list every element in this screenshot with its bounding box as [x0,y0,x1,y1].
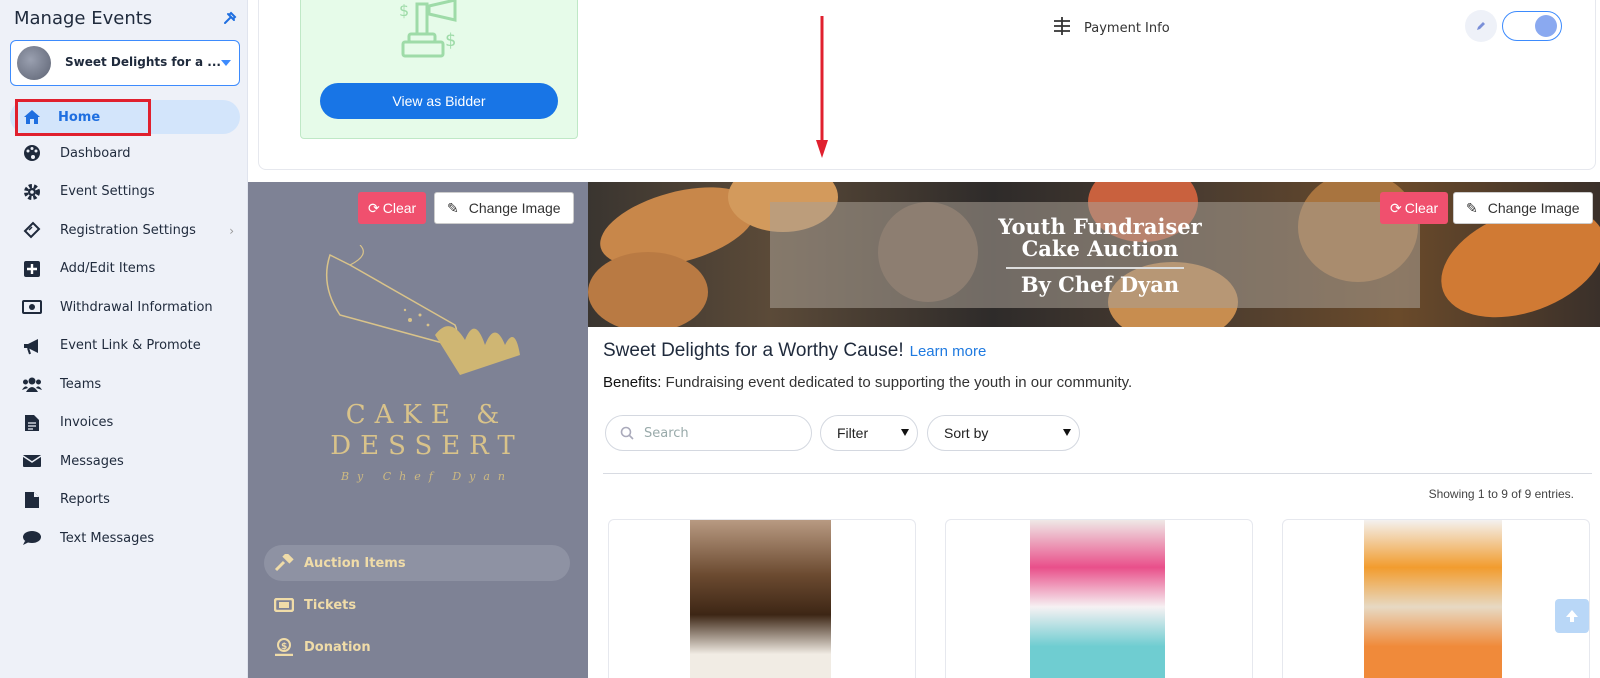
chat-icon [22,529,42,547]
ticket-icon [22,221,42,239]
sidebar-item-messages[interactable]: Messages [0,442,248,481]
pencil-icon: ✎ [1466,199,1478,216]
item-image [1030,520,1165,678]
sidebar-item-reports[interactable]: Reports [0,481,248,520]
banner-title-line3: By Chef Dyan [1020,272,1180,297]
app-root: Manage Events Sweet Delights for a ... H… [0,0,1600,678]
sidebar-item-add-edit-items[interactable]: Add/Edit Items [0,250,248,289]
sidebar-item-event-settings[interactable]: Event Settings [0,173,248,212]
pencil-icon: ✎ [447,199,459,216]
gavel-icon [274,554,294,572]
sidebar-item-label: Registration Settings [60,222,196,238]
sidebar-item-label: Dashboard [60,145,131,161]
donation-icon: $ [274,638,294,656]
ticket-icon [274,598,294,612]
sidebar-item-text-messages[interactable]: Text Messages [0,519,248,558]
sidebar-item-label: Event Link & Promote [60,338,201,354]
search-input[interactable]: Search [605,415,812,451]
change-logo-button[interactable]: ✎ Change Image [434,192,574,224]
search-icon [620,426,634,440]
file-icon [22,491,42,509]
filter-select[interactable]: Filter [820,415,918,451]
preview-nav-donation[interactable]: $ Donation [264,629,570,665]
plus-square-icon [22,260,42,278]
users-icon [22,375,42,393]
logo-line1: CAKE & [345,400,509,430]
megaphone-icon [22,337,42,355]
invoice-icon [22,414,42,432]
sidebar-item-label: Withdrawal Information [60,299,213,315]
pencil-icon [1477,22,1485,30]
sidebar-item-registration-settings[interactable]: Registration Settings › [0,211,248,250]
sidebar-item-label: Event Settings [60,184,155,200]
event-title: Sweet Delights for a Worthy Cause! Learn … [603,340,987,361]
preview-nav-auction-items[interactable]: Auction Items [264,545,570,581]
sidebar-nav: Home Dashboard Event Settings Registrati… [0,100,248,558]
entries-count: Showing 1 to 9 of 9 entries. [1428,487,1574,501]
arrow-up-icon [1566,610,1578,622]
sidebar-item-invoices[interactable]: Invoices [0,404,248,443]
payment-info-row: Payment Info [1052,16,1170,40]
auction-illustration-icon: $ $ [399,0,457,58]
sidebar: Manage Events Sweet Delights for a ... H… [0,0,248,678]
edit-payment-button[interactable] [1465,10,1497,42]
preview-nav-tickets[interactable]: Tickets [264,587,570,623]
banner-title-line2: Cake Auction [1021,236,1179,261]
clear-banner-button[interactable]: ⟳ Clear [1380,192,1449,224]
sidebar-item-teams[interactable]: Teams [0,365,248,404]
sidebar-item-label: Messages [60,453,124,469]
event-benefits: Benefits: Fundraising event dedicated to… [603,374,1133,391]
palette-icon [22,144,42,162]
caret-down-icon [901,429,909,436]
caret-down-icon [221,60,231,66]
refresh-icon: ⟳ [368,199,380,216]
toggle-knob [1535,15,1557,37]
sidebar-item-event-link-promote[interactable]: Event Link & Promote [0,327,248,366]
sidebar-item-dashboard[interactable]: Dashboard [0,134,248,173]
sidebar-item-label: Teams [60,376,102,392]
view-as-bidder-button[interactable]: View as Bidder [320,83,558,119]
item-image [1364,520,1502,678]
item-image [690,520,831,678]
logo-signature: By Chef Dyan [340,470,514,483]
section-divider [603,473,1592,474]
highlight-annotation [15,99,151,136]
scroll-to-top-button[interactable] [1555,599,1589,633]
sort-select[interactable]: Sort by [927,415,1080,451]
clear-logo-button[interactable]: ⟳ Clear [358,192,427,224]
event-name: Sweet Delights for a ... [65,55,221,69]
pin-icon[interactable] [222,10,238,26]
payment-info-label: Payment Info [1084,20,1170,36]
learn-more-link[interactable]: Learn more [910,343,987,360]
sidebar-item-label: Text Messages [60,530,155,546]
gear-icon [22,183,42,201]
payment-toggle[interactable] [1502,11,1562,41]
sliders-icon [1052,16,1072,40]
change-banner-button[interactable]: ✎ Change Image [1453,192,1593,224]
money-icon [22,298,42,316]
banner-divider [1006,267,1184,269]
sidebar-item-label: Add/Edit Items [60,261,156,277]
sidebar-item-label: Invoices [60,415,114,431]
svg-text:$: $ [399,1,409,20]
chevron-right-icon: › [229,224,234,238]
event-selector[interactable]: Sweet Delights for a ... [10,40,240,86]
refresh-icon: ⟳ [1390,199,1402,216]
piping-bag-logo [325,245,520,375]
logo-line2: DESSERT [330,431,524,461]
sidebar-item-label: Reports [60,492,110,508]
svg-text:$: $ [281,642,287,652]
envelope-icon [22,452,42,470]
sidebar-title: Manage Events [14,8,153,29]
event-avatar [17,46,51,80]
red-arrow-annotation [816,16,828,158]
caret-down-icon [1063,429,1071,436]
svg-text:$: $ [445,30,456,51]
sidebar-item-withdrawal-information[interactable]: Withdrawal Information [0,288,248,327]
